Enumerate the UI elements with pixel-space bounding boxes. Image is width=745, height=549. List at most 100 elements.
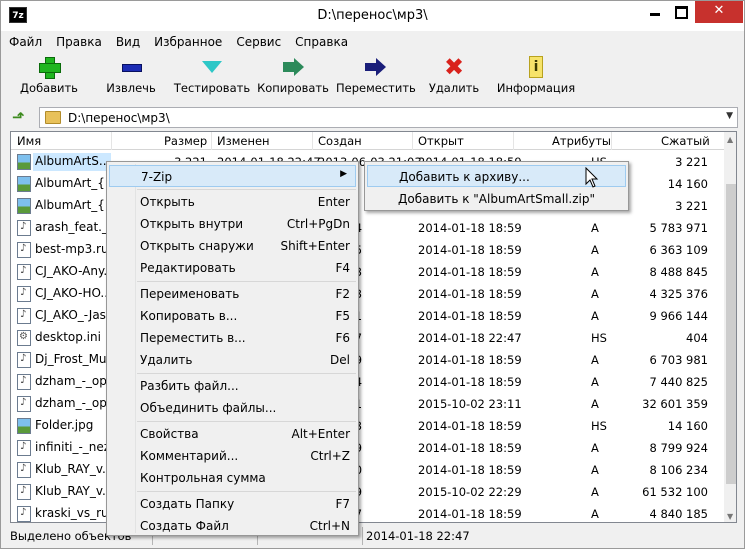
ctx-item-12[interactable]: Комментарий... Ctrl+Z xyxy=(109,445,356,467)
add-to-zip-item[interactable]: Добавить к "AlbumArtSmall.zip" xyxy=(367,188,626,210)
menu-view[interactable]: Вид xyxy=(116,35,140,49)
ctx-item-shortcut: Ctrl+Z xyxy=(310,449,350,463)
ctx-item-1[interactable]: Открыть Enter xyxy=(109,191,356,213)
file-attributes: A xyxy=(591,353,599,367)
col-size[interactable]: Размер xyxy=(164,134,207,148)
file-accessed: 2014-01-18 18:59 xyxy=(418,309,522,323)
copy-button[interactable]: Копировать xyxy=(254,56,332,95)
file-accessed: 2014-01-18 18:59 xyxy=(418,221,522,235)
ctx-item-7[interactable]: Переместить в... F6 xyxy=(109,327,356,349)
file-type-icon xyxy=(17,506,31,522)
ctx-item-0[interactable]: 7-Zip ▶ xyxy=(109,165,356,187)
col-accessed[interactable]: Открыт xyxy=(418,134,464,148)
delete-x-icon: ✖ xyxy=(443,53,465,81)
ctx-item-label: Контрольная сумма xyxy=(140,471,266,485)
file-name: CJ_AKO-HO... xyxy=(35,286,111,300)
file-name: AlbumArt_{E... xyxy=(35,198,111,212)
menu-separator xyxy=(137,491,356,492)
ctx-item-shortcut: Ctrl+N xyxy=(309,519,350,533)
file-name: kraski_vs_ru... xyxy=(35,506,111,520)
minus-icon xyxy=(119,56,143,78)
file-packed-size: 14 160 xyxy=(667,177,708,191)
ctx-item-9[interactable]: Разбить файл... xyxy=(109,375,356,397)
folder-up-icon[interactable]: ⬏ xyxy=(12,109,28,125)
move-label: Переместить xyxy=(336,81,416,95)
file-accessed: 2014-01-18 18:59 xyxy=(418,287,522,301)
file-accessed: 2014-01-18 18:59 xyxy=(418,419,522,433)
scrollbar-thumb[interactable] xyxy=(726,184,736,484)
menu-edit[interactable]: Правка xyxy=(56,35,102,49)
file-accessed: 2015-10-02 22:29 xyxy=(418,485,522,499)
move-button[interactable]: Переместить xyxy=(336,56,416,95)
plus-icon xyxy=(37,56,61,79)
test-label: Тестировать xyxy=(173,81,251,95)
ctx-item-8[interactable]: Удалить Del xyxy=(109,349,356,371)
scroll-up-icon[interactable]: ▲ xyxy=(727,135,733,144)
file-name: arash_feat._... xyxy=(35,220,111,234)
test-button[interactable]: Тестировать xyxy=(172,56,252,95)
chevron-down-icon[interactable]: ▼ xyxy=(726,111,733,121)
path-field[interactable]: D:\перенос\мp3\ ▼ xyxy=(39,107,738,128)
file-attributes: HS xyxy=(591,419,607,433)
file-attributes: A xyxy=(591,243,599,257)
col-attributes[interactable]: Атрибуты xyxy=(552,134,611,148)
address-bar: ⬏ D:\перенос\мp3\ ▼ xyxy=(2,105,744,129)
add-button[interactable]: Добавить xyxy=(10,56,88,95)
file-name: dzham_-_op... xyxy=(35,374,111,388)
file-type-icon xyxy=(17,352,31,368)
file-name: Folder.jpg xyxy=(35,418,94,432)
copy-label: Копировать xyxy=(257,81,329,95)
file-type-icon xyxy=(17,396,31,412)
extract-button[interactable]: Извлечь xyxy=(94,56,168,95)
ctx-item-10[interactable]: Объединить файлы... xyxy=(109,397,356,419)
ctx-item-6[interactable]: Копировать в... F5 xyxy=(109,305,356,327)
maximize-button[interactable] xyxy=(668,1,695,23)
file-attributes: A xyxy=(591,397,599,411)
minimize-button[interactable] xyxy=(641,1,668,23)
delete-button[interactable]: ✖ Удалить xyxy=(422,53,486,95)
file-type-icon xyxy=(17,220,31,236)
file-type-icon xyxy=(17,154,31,170)
ctx-item-label: 7-Zip xyxy=(141,170,173,184)
ctx-item-3[interactable]: Открыть снаружи Shift+Enter xyxy=(109,235,356,257)
ctx-item-label: Открыть xyxy=(140,195,195,209)
ctx-item-4[interactable]: Редактировать F4 xyxy=(109,257,356,279)
ctx-item-shortcut: Ctrl+PgDn xyxy=(286,217,350,231)
file-packed-size: 61 532 100 xyxy=(642,485,708,499)
folder-icon xyxy=(45,111,61,124)
app-window: 7z D:\перенос\мp3\ ✕ Файл Правка Вид Изб… xyxy=(0,0,745,549)
ctx-item-13[interactable]: Контрольная сумма xyxy=(109,467,356,489)
menu-bar: Файл Правка Вид Избранное Сервис Справка xyxy=(2,31,744,52)
scroll-down-icon[interactable]: ▼ xyxy=(727,512,733,521)
file-type-icon xyxy=(17,198,31,214)
ctx-item-label: Объединить файлы... xyxy=(140,401,277,415)
file-name: Dj_Frost_Mu... xyxy=(35,352,111,366)
col-created[interactable]: Создан xyxy=(318,134,362,148)
ctx-item-label: Редактировать xyxy=(140,261,236,275)
menu-favorites[interactable]: Избранное xyxy=(154,35,222,49)
ctx-item-shortcut: Enter xyxy=(317,195,350,209)
menu-help[interactable]: Справка xyxy=(295,35,348,49)
col-modified[interactable]: Изменен xyxy=(217,134,270,148)
file-accessed: 2014-01-18 18:59 xyxy=(418,243,522,257)
status-date: 2014-01-18 22:47 xyxy=(366,529,470,543)
file-packed-size: 404 xyxy=(686,331,708,345)
ctx-item-15[interactable]: Создать Файл Ctrl+N xyxy=(109,515,356,537)
ctx-item-2[interactable]: Открыть внутри Ctrl+PgDn xyxy=(109,213,356,235)
ctx-item-14[interactable]: Создать Папку F7 xyxy=(109,493,356,515)
ctx-item-5[interactable]: Переименовать F2 xyxy=(109,283,356,305)
menu-file[interactable]: Файл xyxy=(9,35,42,49)
col-packed[interactable]: Сжатый xyxy=(661,134,710,148)
menu-separator xyxy=(137,189,356,190)
col-name[interactable]: Имя xyxy=(17,134,41,148)
ctx-item-shortcut: Alt+Enter xyxy=(291,427,350,441)
vertical-scrollbar[interactable]: ▲ ▼ xyxy=(724,132,736,522)
info-button[interactable]: i Информация xyxy=(494,56,578,95)
menu-tools[interactable]: Сервис xyxy=(236,35,281,49)
mouse-cursor-icon xyxy=(585,167,599,188)
menu-separator xyxy=(137,421,356,422)
ctx-item-11[interactable]: Свойства Alt+Enter xyxy=(109,423,356,445)
ctx-item-label: Удалить xyxy=(140,353,193,367)
ctx-item-shortcut: Shift+Enter xyxy=(280,239,350,253)
close-button[interactable]: ✕ xyxy=(695,1,743,23)
